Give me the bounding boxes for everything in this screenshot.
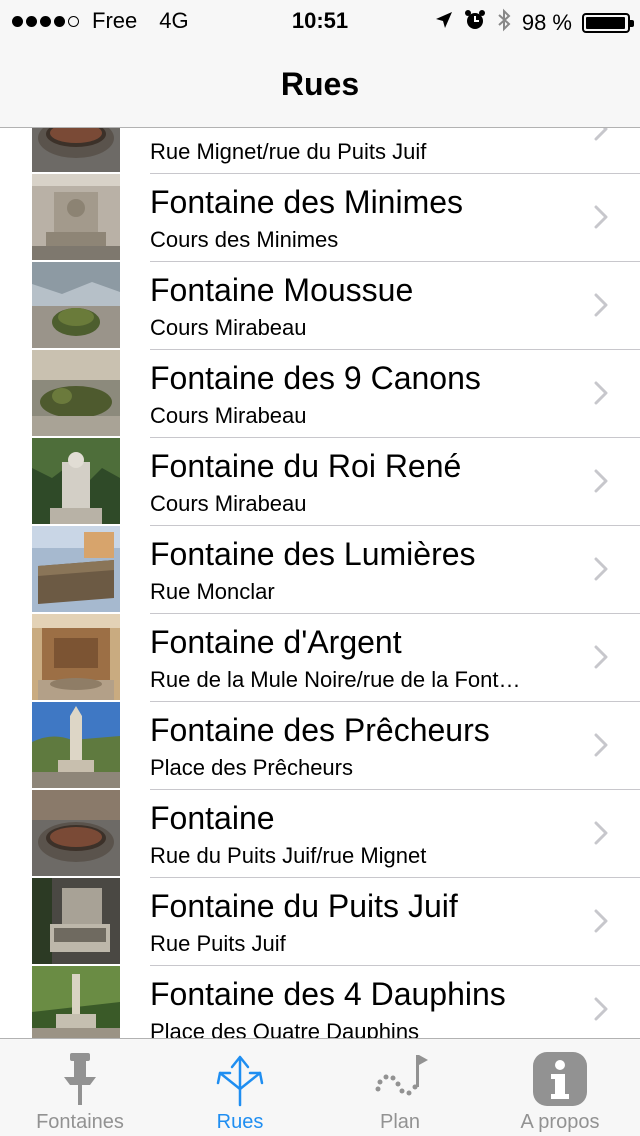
chevron-right-icon (594, 909, 608, 933)
list-item[interactable]: Fontaine Rue du Puits Juif/rue Mignet (0, 790, 640, 878)
chevron-right-icon (594, 293, 608, 317)
list-item[interactable]: Fontaine des Lumières Rue Monclar (0, 526, 640, 614)
tab-rues[interactable]: Rues (160, 1039, 320, 1136)
list-item[interactable]: Fontaine des Prêcheurs Place des Prêcheur… (0, 702, 640, 790)
chevron-right-icon (594, 381, 608, 405)
fountain-thumbnail (32, 966, 120, 1038)
fountain-thumbnail (32, 526, 120, 612)
fountain-thumbnail (32, 878, 120, 964)
fountain-thumbnail (32, 790, 120, 876)
fountain-thumbnail (32, 438, 120, 524)
status-bar: Free 4G 10:51 98 % (0, 0, 640, 40)
status-right: 98 % (434, 8, 634, 38)
tab-a-propos[interactable]: A propos (480, 1039, 640, 1136)
chevron-right-icon (594, 821, 608, 845)
fountain-thumbnail (32, 262, 120, 348)
chevron-right-icon (594, 997, 608, 1021)
fountain-street: Cours des Minimes (150, 227, 339, 252)
location-arrow-icon (434, 10, 454, 36)
fountain-name: Fontaine (150, 128, 580, 133)
chevron-right-icon (594, 205, 608, 229)
fountain-street: Place des Prêcheurs (150, 755, 353, 780)
alarm-clock-icon (464, 9, 486, 37)
fountain-street: Cours Mirabeau (150, 403, 307, 428)
pushpin-icon (50, 1049, 110, 1109)
fountain-name: Fontaine des Minimes (150, 184, 464, 220)
list-item[interactable]: Fontaine d'Argent Rue de la Mule Noire/ru… (0, 614, 640, 702)
tab-bar: Fontaines Rues Plan A propos (0, 1038, 640, 1136)
list-item[interactable]: Fontaine Rue Mignet/rue du Puits Juif (0, 128, 640, 174)
bluetooth-icon (496, 8, 512, 38)
fountain-street: Rue Mignet/rue du Puits Juif (150, 139, 427, 164)
fountain-list[interactable]: FontaineRue Mignet/rue du Puits JuifFont… (0, 128, 640, 1038)
list-item[interactable]: Fontaine du Roi René Cours Mirabeau (0, 438, 640, 526)
fountain-thumbnail (32, 174, 120, 260)
fountain-street: Rue de la Mule Noire/rue de la Font… (150, 667, 521, 692)
fountain-name: Fontaine (150, 800, 275, 836)
fountain-street: Rue Puits Juif (150, 931, 286, 956)
fountain-thumbnail (32, 128, 120, 172)
chevron-right-icon (594, 733, 608, 757)
tab-plan[interactable]: Plan (320, 1039, 480, 1136)
fountain-street: Cours Mirabeau (150, 315, 307, 340)
chevron-right-icon (594, 469, 608, 493)
fountain-street: Rue du Puits Juif/rue Mignet (150, 843, 427, 868)
fountain-name: Fontaine des Prêcheurs (150, 712, 490, 748)
battery-percent: 98 % (521, 10, 572, 35)
page-title: Rues (280, 66, 360, 102)
chevron-right-icon (594, 645, 608, 669)
fountain-name: Fontaine du Puits Juif (150, 888, 458, 924)
chevron-right-icon (594, 557, 608, 581)
tab-label: A propos (520, 1111, 600, 1133)
tab-label: Plan (379, 1111, 421, 1133)
list-item[interactable]: Fontaine du Puits Juif Rue Puits Juif (0, 878, 640, 966)
fountain-name: Fontaine d'Argent (150, 624, 402, 660)
fountain-thumbnail (32, 702, 120, 788)
chevron-right-icon (594, 128, 608, 141)
list-item[interactable]: Fontaine Moussue Cours Mirabeau (0, 262, 640, 350)
tab-fontaines[interactable]: Fontaines (0, 1039, 160, 1136)
route-flag-icon (370, 1049, 430, 1109)
fountain-thumbnail (32, 614, 120, 700)
fountain-street: Cours Mirabeau (150, 491, 307, 516)
fountain-street: Rue Monclar (150, 579, 275, 604)
battery-icon (582, 13, 634, 33)
tab-label: Rues (216, 1111, 264, 1133)
list-item[interactable]: Fontaine des 9 Canons Cours Mirabeau (0, 350, 640, 438)
directions-icon (210, 1049, 270, 1109)
list-item[interactable]: Fontaine des 4 Dauphins Place des Quatre … (0, 966, 640, 1038)
navigation-bar: Rues (0, 40, 640, 128)
tab-label: Fontaines (36, 1111, 124, 1133)
fountain-name: Fontaine des Lumières (150, 536, 476, 572)
fountain-name: Fontaine Moussue (150, 272, 414, 308)
fountain-name: Fontaine des 9 Canons (150, 360, 481, 396)
fountain-thumbnail (32, 350, 120, 436)
fountain-name: Fontaine du Roi René (150, 448, 462, 484)
info-icon (530, 1049, 590, 1109)
fountain-street: Place des Quatre Dauphins (150, 1019, 420, 1038)
fountain-name: Fontaine des 4 Dauphins (150, 976, 506, 1012)
list-item[interactable]: Fontaine des Minimes Cours des Minimes (0, 174, 640, 262)
